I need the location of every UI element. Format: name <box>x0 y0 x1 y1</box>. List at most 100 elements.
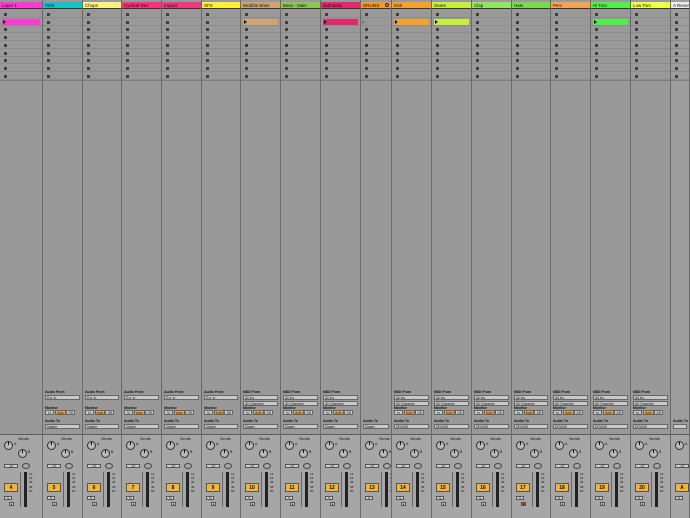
solo-button[interactable]: S <box>595 496 603 500</box>
track-activator-button[interactable]: 7 <box>126 483 140 492</box>
volume-fader[interactable] <box>532 472 533 507</box>
output-select[interactable]: Master <box>323 424 358 429</box>
clip-stop-icon[interactable] <box>206 51 209 55</box>
group-launch-icon[interactable]: ▷ <box>362 19 365 24</box>
input-source-select[interactable]: All Ins <box>283 395 318 400</box>
volume-fader[interactable] <box>222 472 223 507</box>
clip-slot[interactable] <box>551 19 590 26</box>
solo-button[interactable]: S <box>325 496 333 500</box>
track-header[interactable]: Snare <box>432 2 471 9</box>
clip-stop-icon[interactable] <box>396 28 399 32</box>
clip-slot[interactable] <box>432 42 471 49</box>
arm-button[interactable]: ● <box>290 502 295 506</box>
clip-slot[interactable] <box>512 50 550 57</box>
clip-stop-icon[interactable] <box>47 43 50 47</box>
clip-stop-icon[interactable] <box>436 66 439 70</box>
monitor-auto-button[interactable]: Auto <box>94 410 106 415</box>
clip-stop-icon[interactable] <box>675 36 678 40</box>
clip-stop-icon[interactable] <box>285 59 288 63</box>
clip-slot[interactable] <box>202 11 240 18</box>
clip-slot[interactable] <box>281 50 320 57</box>
clip-slot[interactable] <box>321 57 360 65</box>
volume-readout[interactable]: -inf <box>4 464 18 468</box>
solo-button[interactable]: S <box>365 496 373 500</box>
clip-slot[interactable] <box>241 34 280 42</box>
output-select[interactable]: Master <box>283 424 318 429</box>
monitor-off-button[interactable]: Off <box>654 410 664 415</box>
clip-slot[interactable] <box>631 34 670 42</box>
monitor-in-button[interactable]: In <box>323 410 333 415</box>
clip-slot[interactable] <box>361 11 391 18</box>
monitor-off-button[interactable]: Off <box>66 410 76 415</box>
clip-slot[interactable] <box>512 11 550 18</box>
pan-knob[interactable] <box>343 463 351 469</box>
clip-slot[interactable] <box>241 18 280 26</box>
clip-stop-icon[interactable] <box>285 74 288 78</box>
clip-slot[interactable] <box>472 26 511 34</box>
clip-slot[interactable] <box>551 57 590 65</box>
monitor-off-button[interactable]: Off <box>614 410 624 415</box>
volume-readout[interactable]: -inf <box>555 464 569 468</box>
monitor-auto-button[interactable]: Auto <box>483 410 495 415</box>
clip-stop-icon[interactable] <box>87 43 90 47</box>
clip-stop-icon[interactable] <box>396 74 399 78</box>
clip-stop-icon[interactable] <box>476 28 479 32</box>
track-header[interactable]: Low Tom <box>631 2 670 9</box>
track-activator-button[interactable]: 6 <box>87 483 101 492</box>
clip-stop-icon[interactable] <box>325 43 328 47</box>
clip-slot[interactable] <box>671 65 689 72</box>
arm-button[interactable]: ● <box>600 502 605 506</box>
input-source-select[interactable]: All Ins <box>553 395 588 400</box>
clip-stop-icon[interactable] <box>166 28 169 32</box>
track-header[interactable]: Impact <box>162 2 201 9</box>
clip-stop-icon[interactable] <box>635 74 638 78</box>
clip-stop-icon[interactable] <box>396 43 399 47</box>
monitor-auto-button[interactable]: Auto <box>213 410 225 415</box>
clip-slot[interactable] <box>392 34 431 42</box>
track-activator-button[interactable]: A <box>675 483 689 492</box>
clip-slot[interactable] <box>472 19 511 26</box>
clip-slot[interactable] <box>321 18 360 26</box>
clip-slot[interactable] <box>512 26 550 34</box>
clip-slot[interactable] <box>43 19 82 26</box>
send-a-knob[interactable] <box>47 441 56 450</box>
send-b-knob[interactable] <box>259 449 268 458</box>
clip-stop-icon[interactable] <box>245 51 248 55</box>
clip-stop-icon[interactable] <box>245 43 248 47</box>
clip-slot[interactable] <box>162 50 201 57</box>
clip-stop-icon[interactable] <box>436 51 439 55</box>
group-fold-icon[interactable] <box>385 3 389 7</box>
volume-fader[interactable] <box>381 472 382 507</box>
clip-slot[interactable] <box>631 42 670 49</box>
track-activator-button[interactable]: 17 <box>516 483 530 492</box>
clip-slot[interactable] <box>202 50 240 57</box>
clip-slot[interactable] <box>432 18 471 26</box>
clip-slot[interactable] <box>472 50 511 57</box>
clip-stop-icon[interactable] <box>396 13 399 16</box>
clip-stop-icon[interactable] <box>516 28 519 32</box>
input-source-select[interactable]: All Ins <box>593 395 628 400</box>
clip[interactable] <box>2 18 40 25</box>
clip-stop-icon[interactable] <box>4 13 7 16</box>
clip-slot[interactable] <box>0 26 42 34</box>
clip-play-icon[interactable] <box>244 19 247 24</box>
send-a-knob[interactable] <box>206 441 215 450</box>
pan-knob[interactable] <box>383 463 391 469</box>
arm-button[interactable]: ● <box>441 502 446 506</box>
solo-button[interactable]: S <box>126 496 134 500</box>
track-activator-button[interactable]: 9 <box>206 483 220 492</box>
clip-slot[interactable] <box>392 65 431 72</box>
clip-slot[interactable] <box>551 65 590 72</box>
volume-readout[interactable]: -inf <box>365 464 379 468</box>
clip-stop-icon[interactable] <box>325 51 328 55</box>
clip-slot[interactable] <box>321 50 360 57</box>
arm-button[interactable]: ● <box>401 502 406 506</box>
track-header[interactable]: Hats <box>512 2 550 9</box>
clip-slot[interactable] <box>321 73 360 80</box>
clip-slot[interactable] <box>122 42 161 49</box>
clip-slot[interactable] <box>551 11 590 18</box>
clip-stop-icon[interactable] <box>365 43 368 47</box>
clip-stop-icon[interactable] <box>675 74 678 78</box>
clip-slot[interactable] <box>241 42 280 49</box>
clip-slot[interactable] <box>361 65 391 72</box>
